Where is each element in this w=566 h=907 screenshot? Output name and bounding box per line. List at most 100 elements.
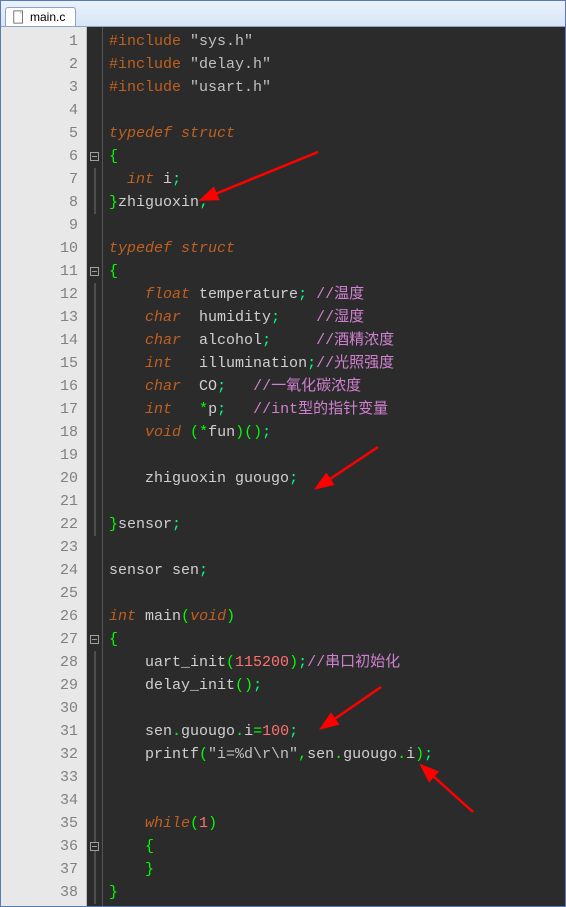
line-number: 19 bbox=[1, 444, 86, 467]
code-line: #include "usart.h" bbox=[109, 76, 565, 99]
code-line bbox=[109, 697, 565, 720]
line-number: 12 bbox=[1, 283, 86, 306]
fold-cell bbox=[87, 352, 102, 375]
tab-bar: main.c bbox=[1, 1, 565, 27]
code-line: void (*fun)(); bbox=[109, 421, 565, 444]
line-number: 23 bbox=[1, 536, 86, 559]
fold-cell bbox=[87, 789, 102, 812]
fold-toggle-icon[interactable] bbox=[90, 842, 99, 851]
fold-cell bbox=[87, 30, 102, 53]
code-line bbox=[109, 536, 565, 559]
fold-cell bbox=[87, 605, 102, 628]
line-number: 21 bbox=[1, 490, 86, 513]
file-icon bbox=[12, 10, 26, 24]
code-line: { bbox=[109, 835, 565, 858]
line-number: 24 bbox=[1, 559, 86, 582]
line-number: 22 bbox=[1, 513, 86, 536]
fold-cell bbox=[87, 743, 102, 766]
fold-cell bbox=[87, 628, 102, 651]
fold-cell bbox=[87, 306, 102, 329]
fold-cell bbox=[87, 651, 102, 674]
tab-label: main.c bbox=[30, 10, 65, 24]
fold-cell bbox=[87, 214, 102, 237]
line-number: 27 bbox=[1, 628, 86, 651]
fold-cell bbox=[87, 559, 102, 582]
line-number: 6 bbox=[1, 145, 86, 168]
fold-cell bbox=[87, 76, 102, 99]
fold-cell bbox=[87, 467, 102, 490]
fold-cell bbox=[87, 260, 102, 283]
code-editor[interactable]: 1234567891011121314151617181920212223242… bbox=[1, 27, 565, 906]
code-line: int *p; //int型的指针变量 bbox=[109, 398, 565, 421]
fold-cell bbox=[87, 536, 102, 559]
code-line: #include "sys.h" bbox=[109, 30, 565, 53]
fold-cell bbox=[87, 881, 102, 904]
fold-cell bbox=[87, 283, 102, 306]
line-number: 37 bbox=[1, 858, 86, 881]
code-line bbox=[109, 789, 565, 812]
code-line: zhiguoxin guougo; bbox=[109, 467, 565, 490]
line-number: 15 bbox=[1, 352, 86, 375]
code-line bbox=[109, 444, 565, 467]
code-line: { bbox=[109, 628, 565, 651]
fold-cell bbox=[87, 812, 102, 835]
line-number: 17 bbox=[1, 398, 86, 421]
tab-main-c[interactable]: main.c bbox=[5, 7, 76, 26]
code-line: { bbox=[109, 145, 565, 168]
code-line: while(1) bbox=[109, 812, 565, 835]
fold-cell bbox=[87, 835, 102, 858]
line-number: 32 bbox=[1, 743, 86, 766]
code-line: char humidity; //湿度 bbox=[109, 306, 565, 329]
code-line bbox=[109, 214, 565, 237]
code-line: char CO; //一氧化碳浓度 bbox=[109, 375, 565, 398]
line-number-gutter: 1234567891011121314151617181920212223242… bbox=[1, 27, 87, 906]
line-number: 38 bbox=[1, 881, 86, 904]
code-line: typedef struct bbox=[109, 237, 565, 260]
code-line: }sensor; bbox=[109, 513, 565, 536]
fold-cell bbox=[87, 53, 102, 76]
line-number: 34 bbox=[1, 789, 86, 812]
fold-cell bbox=[87, 697, 102, 720]
fold-cell bbox=[87, 398, 102, 421]
line-number: 28 bbox=[1, 651, 86, 674]
code-line: }zhiguoxin; bbox=[109, 191, 565, 214]
line-number: 26 bbox=[1, 605, 86, 628]
line-number: 20 bbox=[1, 467, 86, 490]
fold-gutter[interactable] bbox=[87, 27, 103, 906]
fold-cell bbox=[87, 375, 102, 398]
code-line: printf("i=%d\r\n",sen.guougo.i); bbox=[109, 743, 565, 766]
fold-cell bbox=[87, 99, 102, 122]
fold-toggle-icon[interactable] bbox=[90, 635, 99, 644]
code-line: int illumination;//光照强度 bbox=[109, 352, 565, 375]
line-number: 16 bbox=[1, 375, 86, 398]
line-number: 1 bbox=[1, 30, 86, 53]
line-number: 33 bbox=[1, 766, 86, 789]
fold-toggle-icon[interactable] bbox=[90, 152, 99, 161]
line-number: 8 bbox=[1, 191, 86, 214]
fold-cell bbox=[87, 191, 102, 214]
line-number: 10 bbox=[1, 237, 86, 260]
fold-toggle-icon[interactable] bbox=[90, 267, 99, 276]
code-line: char alcohol; //酒精浓度 bbox=[109, 329, 565, 352]
code-line: sen.guougo.i=100; bbox=[109, 720, 565, 743]
code-line bbox=[109, 490, 565, 513]
line-number: 35 bbox=[1, 812, 86, 835]
code-line bbox=[109, 99, 565, 122]
line-number: 5 bbox=[1, 122, 86, 145]
line-number: 7 bbox=[1, 168, 86, 191]
fold-cell bbox=[87, 444, 102, 467]
fold-cell bbox=[87, 720, 102, 743]
code-line: delay_init(); bbox=[109, 674, 565, 697]
fold-cell bbox=[87, 122, 102, 145]
line-number: 25 bbox=[1, 582, 86, 605]
line-number: 13 bbox=[1, 306, 86, 329]
code-area[interactable]: #include "sys.h" #include "delay.h" #inc… bbox=[103, 27, 565, 906]
code-line: float temperature; //温度 bbox=[109, 283, 565, 306]
line-number: 29 bbox=[1, 674, 86, 697]
line-number: 18 bbox=[1, 421, 86, 444]
fold-cell bbox=[87, 582, 102, 605]
line-number: 9 bbox=[1, 214, 86, 237]
code-line: sensor sen; bbox=[109, 559, 565, 582]
code-line: uart_init(115200);//串口初始化 bbox=[109, 651, 565, 674]
line-number: 11 bbox=[1, 260, 86, 283]
